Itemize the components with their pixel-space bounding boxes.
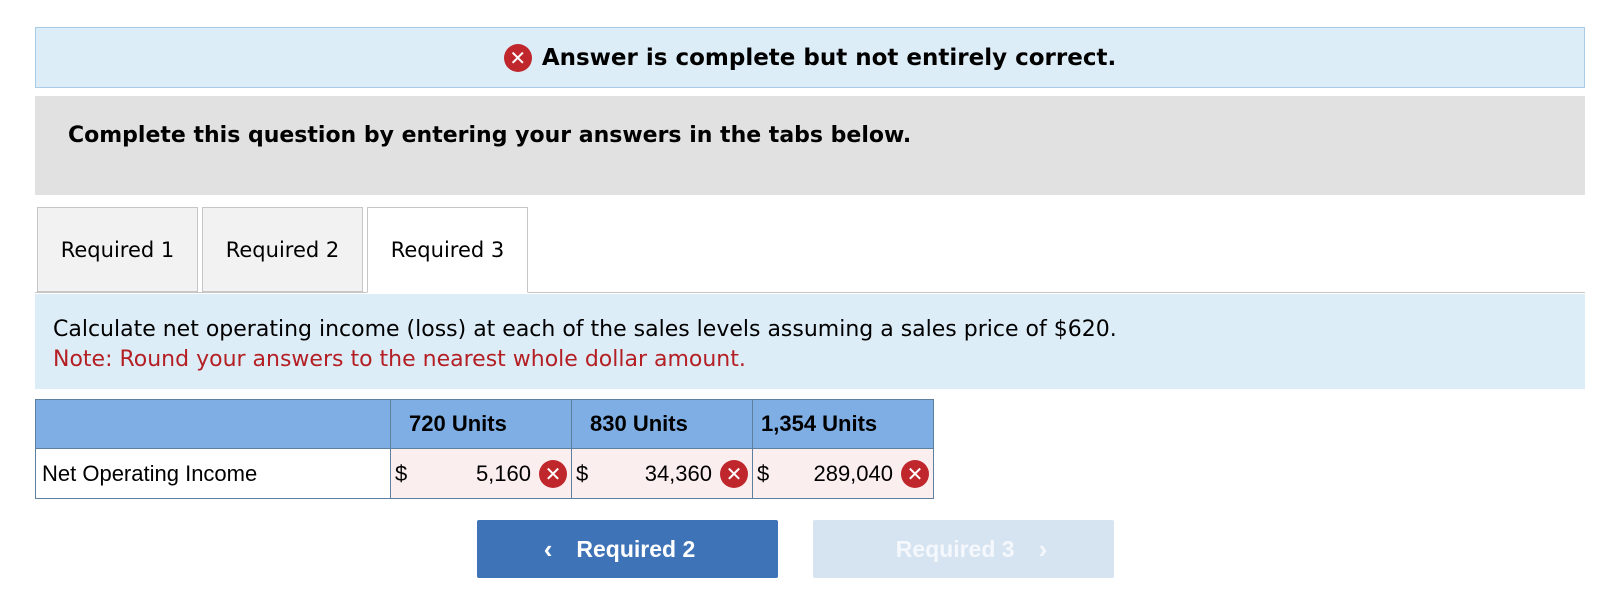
tab-required-2[interactable]: Required 2 [202, 207, 363, 292]
header-1354-units: 1,354 Units [752, 399, 934, 449]
tab-bar: Required 1 Required 2 Required 3 [35, 207, 1585, 293]
next-required-3-button[interactable]: Required 3 › [813, 520, 1114, 578]
answer-cell-1354[interactable]: $ 289,040 ✕ [752, 448, 934, 499]
incorrect-x-icon: ✕ [901, 459, 929, 488]
next-button-label: Required 3 [895, 535, 1015, 562]
error-x-icon: ✕ [503, 43, 532, 72]
table-header-row: 720 Units 830 Units 1,354 Units [35, 399, 934, 449]
question-note: Note: Round your answers to the nearest … [53, 347, 746, 372]
previous-required-2-button[interactable]: ‹ Required 2 [477, 520, 778, 578]
answer-input-1354[interactable]: 289,040 [769, 461, 901, 487]
previous-button-label: Required 2 [576, 535, 696, 562]
tab-required-1[interactable]: Required 1 [37, 207, 198, 292]
header-empty [35, 399, 391, 449]
instructions-panel: Complete this question by entering your … [35, 96, 1585, 195]
chevron-left-icon: ‹ [543, 533, 553, 564]
answer-cell-720[interactable]: $ 5,160 ✕ [390, 448, 572, 499]
currency-symbol: $ [757, 460, 770, 486]
answer-input-830[interactable]: 34,360 [588, 461, 720, 487]
currency-symbol: $ [395, 460, 408, 486]
tab-label: Required 3 [390, 238, 505, 262]
answer-cell-830[interactable]: $ 34,360 ✕ [571, 448, 753, 499]
tab-label: Required 1 [60, 237, 175, 262]
answer-input-720[interactable]: 5,160 [407, 461, 539, 487]
chevron-right-icon: › [1038, 533, 1048, 564]
result-message: Answer is complete but not entirely corr… [541, 44, 1117, 71]
instructions-text: Complete this question by entering your … [68, 123, 912, 148]
result-banner: ✕ Answer is complete but not entirely co… [35, 27, 1585, 88]
currency-symbol: $ [576, 460, 589, 486]
question-panel: Calculate net operating income (loss) at… [35, 294, 1585, 389]
incorrect-x-icon: ✕ [720, 459, 748, 488]
tab-label: Required 2 [225, 237, 340, 262]
question-text: Calculate net operating income (loss) at… [53, 317, 1117, 342]
table-row: Net Operating Income $ 5,160 ✕ $ 34,360 … [35, 448, 934, 499]
incorrect-x-icon: ✕ [539, 459, 567, 488]
tab-required-3[interactable]: Required 3 [367, 207, 528, 293]
header-720-units: 720 Units [390, 399, 572, 449]
answer-table: 720 Units 830 Units 1,354 Units Net Oper… [35, 399, 934, 499]
row-label: Net Operating Income [35, 448, 391, 499]
header-830-units: 830 Units [571, 399, 753, 449]
